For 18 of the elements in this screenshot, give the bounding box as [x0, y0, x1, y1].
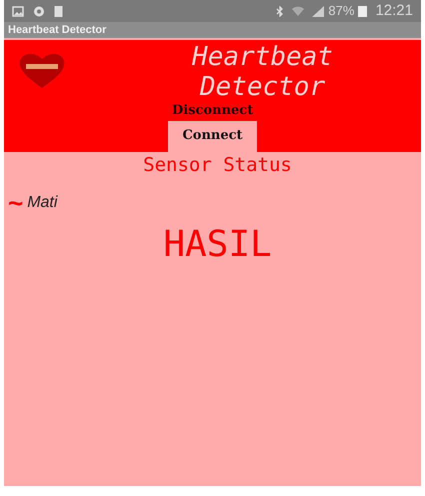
bluetooth-icon [276, 6, 284, 16]
app-title: Heartbeat [192, 42, 333, 72]
image-icon [12, 6, 24, 16]
tilde-symbol: ~ [8, 193, 24, 213]
tab[interactable]: Connect [168, 121, 257, 152]
tab[interactable]: Disconnect [168, 104, 258, 118]
clock: 12:21 [375, 0, 413, 21]
wifi-icon [292, 6, 304, 16]
window-title: Heartbeat Detector [8, 24, 106, 36]
signal-icon [312, 6, 324, 16]
eye-icon [32, 6, 46, 16]
sensor-status-value: Mati [27, 193, 58, 213]
result-label: HASIL [163, 225, 272, 265]
heart-logo [18, 52, 66, 88]
battery-percentage: 87% [328, 2, 354, 20]
battery-icon [358, 5, 368, 17]
sensor-status-heading: Sensor Status [143, 153, 292, 177]
app-title: Detector [200, 72, 326, 102]
